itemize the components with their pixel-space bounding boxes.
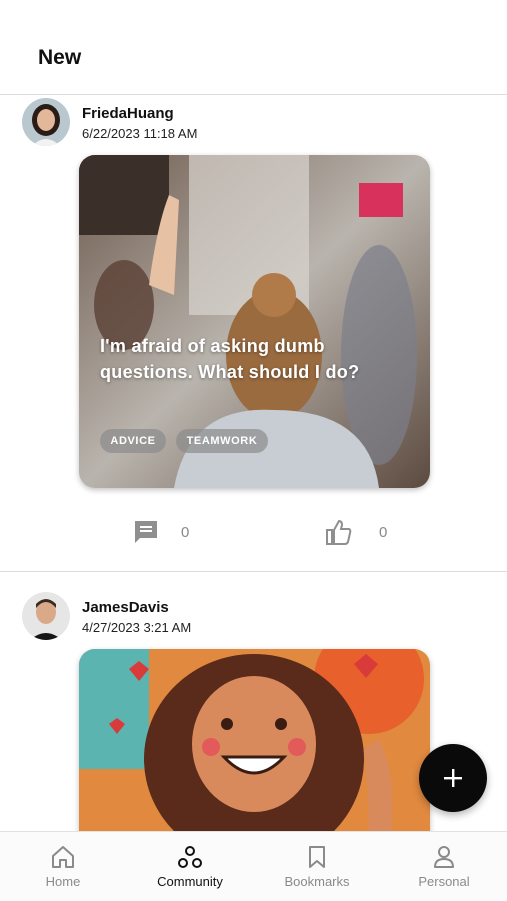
post-image	[79, 649, 430, 831]
tab-label: Home	[45, 874, 81, 889]
tag-teamwork[interactable]: TEAMWORK	[176, 429, 268, 453]
feed[interactable]: FriedaHuang 6/22/2023 11:18 AM I'm afrai…	[0, 95, 507, 831]
post-date: 6/22/2023 11:18 AM	[82, 126, 198, 141]
tab-community[interactable]: Community	[127, 832, 253, 901]
tab-personal[interactable]: Personal	[381, 832, 507, 901]
post-image-card[interactable]	[79, 649, 430, 831]
comment-count: 0	[181, 524, 190, 541]
add-post-button[interactable]	[419, 744, 487, 812]
bottom-tab-bar: Home Community Bookmarks Personal	[0, 831, 507, 901]
plus-icon	[444, 769, 462, 787]
tab-bookmarks[interactable]: Bookmarks	[254, 832, 380, 901]
header: New	[0, 0, 507, 95]
post-date: 4/27/2023 3:21 AM	[82, 620, 192, 635]
like-icon[interactable]	[324, 517, 352, 545]
bookmark-icon	[309, 846, 325, 868]
page-title: New	[38, 46, 82, 69]
author-name[interactable]: FriedaHuang	[82, 105, 174, 122]
tab-home[interactable]: Home	[0, 832, 126, 901]
home-icon	[52, 846, 74, 868]
post-question-text: I'm afraid of asking dumb questions. Wha…	[100, 336, 360, 382]
author-name[interactable]: JamesDavis	[82, 599, 169, 616]
tab-label: Bookmarks	[284, 874, 350, 889]
tab-label: Community	[157, 874, 223, 889]
tag-advice[interactable]: ADVICE	[100, 429, 166, 453]
person-icon	[434, 846, 454, 868]
community-icon	[178, 846, 202, 868]
avatar[interactable]	[22, 98, 70, 146]
like-count: 0	[379, 524, 388, 541]
tab-label: Personal	[418, 874, 470, 889]
comment-icon[interactable]	[132, 518, 160, 546]
post-image-card[interactable]: I'm afraid of asking dumb questions. Wha…	[79, 155, 430, 488]
avatar[interactable]	[22, 592, 70, 640]
post-card: FriedaHuang 6/22/2023 11:18 AM I'm afrai…	[0, 95, 507, 571]
